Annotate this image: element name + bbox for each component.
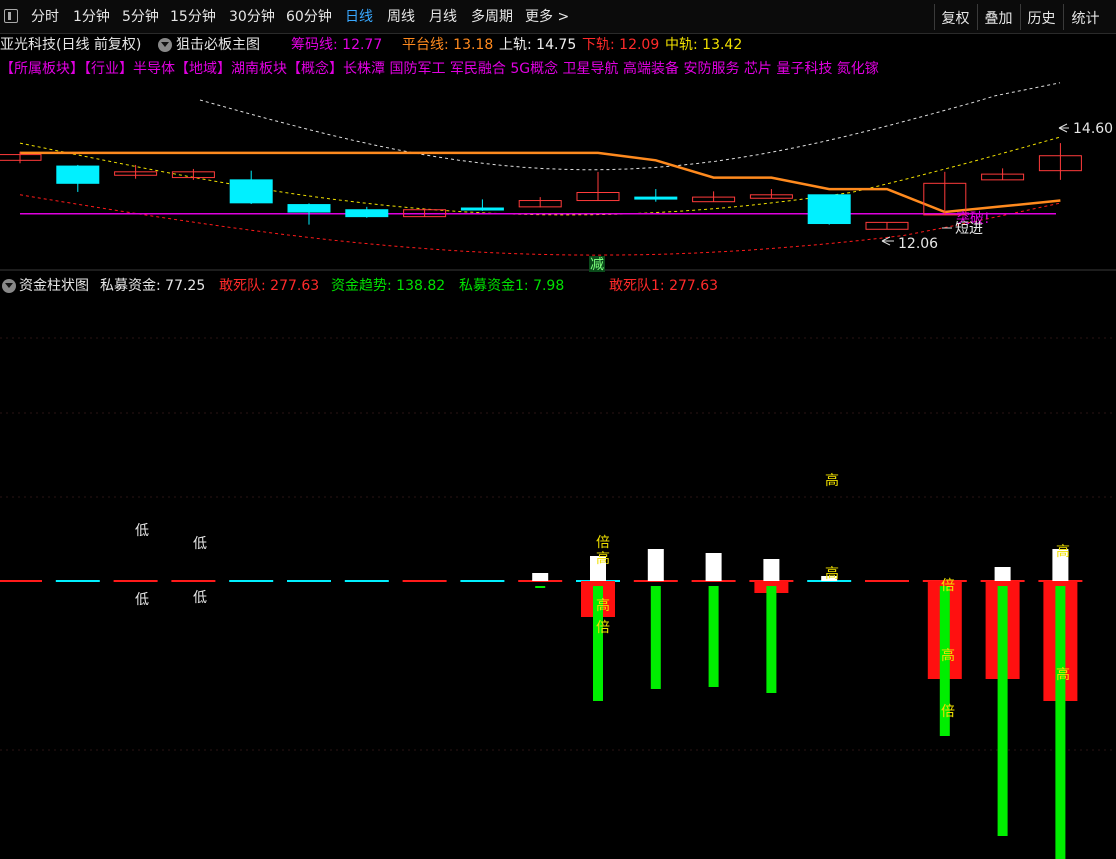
simu-bar xyxy=(532,573,549,581)
indicator-header: 资金柱状图 私募资金: 77.25 敢死队: 277.63 资金趋势: 138.… xyxy=(0,277,1116,295)
formula-name[interactable]: 狙击必板主图 xyxy=(176,36,260,54)
high-annotation: 高 xyxy=(1056,543,1070,560)
candle-body xyxy=(345,209,389,218)
main-chart-header: 亚光科技(日线 前复权) 狙击必板主图 筹码线: 12.77 平台线: 13.1… xyxy=(0,36,1116,54)
candle-body xyxy=(56,165,100,184)
candle-body xyxy=(229,179,273,204)
simu-bar xyxy=(763,559,780,581)
candle-body xyxy=(287,204,331,213)
low-annotation: 低 xyxy=(193,536,207,552)
qushi-bar xyxy=(708,586,719,687)
chouma-value: 筹码线: 12.77 xyxy=(291,37,383,53)
high-annotation: 高 xyxy=(1056,666,1070,683)
qushi-bar xyxy=(997,586,1008,836)
qushi-bar xyxy=(766,586,777,693)
high-annotation: 高 xyxy=(941,647,955,664)
sector-text: 【所属板块】【行业】半导体【地域】湖南板块【概念】长株潭 国防军工 军民融合 5… xyxy=(0,61,879,77)
simu-bar xyxy=(994,567,1011,581)
high-price-label: 14.60 xyxy=(1073,121,1113,137)
pingtai-value: 平台线: 13.18 xyxy=(402,37,494,53)
short-entry-signal: 短进 xyxy=(955,221,983,237)
chart-canvas[interactable]: 14.6012.06突破!短进减低低低 低高高倍高高倍高倍高倍高 xyxy=(0,0,1116,859)
qushi-bar xyxy=(535,586,546,588)
high-annotation: 高 xyxy=(825,565,839,582)
gansidui-value: 敢死队: 277.63 xyxy=(219,278,320,294)
low-annotation: 低 xyxy=(135,592,149,608)
high-arrow xyxy=(1058,123,1069,133)
indicator-dropdown-icon[interactable] xyxy=(2,279,16,293)
indicator-name[interactable]: 资金柱状图 xyxy=(19,277,89,295)
bei-annotation: 倍 xyxy=(596,535,610,551)
candle-body xyxy=(460,207,504,211)
bei-annotation: 倍 xyxy=(596,620,610,636)
qushi-value: 资金趋势: 138.82 xyxy=(331,278,446,294)
bei-annotation: 倍 xyxy=(941,704,955,720)
simu1-value: 私募资金1: 7.98 xyxy=(459,278,565,294)
high-annotation: 高 xyxy=(825,472,839,489)
bei-annotation: 倍 xyxy=(941,578,955,594)
sector-info: 【所属板块】【行业】半导体【地域】湖南板块【概念】长株潭 国防军工 军民融合 5… xyxy=(0,60,1116,78)
qushi-bar xyxy=(650,586,661,689)
low-arrow xyxy=(881,236,894,246)
candle-body xyxy=(634,196,678,200)
low-annotation: 低 xyxy=(193,590,207,606)
zhonggui-value: 中轨: 13.42 xyxy=(665,37,743,53)
simu-bar xyxy=(647,549,664,581)
simu-bar xyxy=(705,553,722,581)
candle-body xyxy=(807,194,851,225)
simu-value: 私募资金: 77.25 xyxy=(100,278,206,294)
gansidui1-value: 敢死队1: 277.63 xyxy=(609,278,719,294)
low-annotation: 低 xyxy=(135,523,149,539)
xiagui-value: 下轨: 12.09 xyxy=(582,37,660,53)
qushi-bar xyxy=(1055,586,1066,859)
high-annotation: 高 xyxy=(596,550,610,567)
high-annotation: 高 xyxy=(596,597,610,614)
low-price-label: 12.06 xyxy=(898,236,938,252)
shanggui-value: 上轨: 14.75 xyxy=(499,37,577,53)
reduce-signal: 减 xyxy=(590,257,604,273)
formula-dropdown-icon[interactable] xyxy=(158,38,172,52)
stock-title: 亚光科技(日线 前复权) xyxy=(0,37,142,53)
